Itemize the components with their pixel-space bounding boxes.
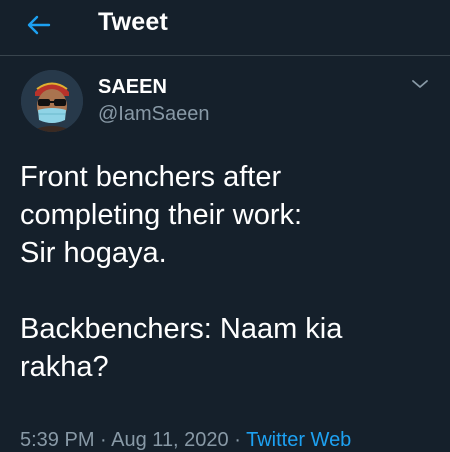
back-button[interactable] (24, 10, 54, 40)
tweet-line: completing their work: (20, 199, 303, 231)
tweet-date: Aug 11, 2020 (111, 429, 229, 451)
tweet-time: 5:39 PM (20, 429, 95, 451)
tweet-line: Backbenchers: Naam kia (20, 313, 343, 345)
chevron-down-icon (412, 80, 428, 88)
header-divider (0, 55, 450, 56)
author-name[interactable]: SAEEN (98, 76, 167, 99)
tweet-text: Front benchers after completing their wo… (20, 158, 440, 386)
avatar-image (21, 70, 83, 132)
author-handle[interactable]: @IamSaeen (98, 103, 209, 126)
tweet-line: Sir hogaya. (20, 237, 167, 269)
tweet-meta: 5:39 PM · Aug 11, 2020 · Twitter Web (20, 429, 351, 452)
page-title: Tweet (98, 8, 168, 36)
meta-separator: · (228, 429, 247, 451)
tweet-source-link[interactable]: Twitter Web (246, 429, 351, 451)
tweet-screen: Tweet SAEEN @IamSaeen Front benchers aft… (0, 0, 450, 452)
tweet-line: rakha? (20, 351, 109, 383)
tweet-menu-button[interactable] (406, 72, 434, 96)
avatar[interactable] (21, 70, 83, 132)
arrow-left-icon (27, 15, 51, 35)
meta-separator: · (94, 429, 112, 451)
top-bar: Tweet (0, 0, 450, 52)
tweet-line: Front benchers after (20, 161, 282, 193)
